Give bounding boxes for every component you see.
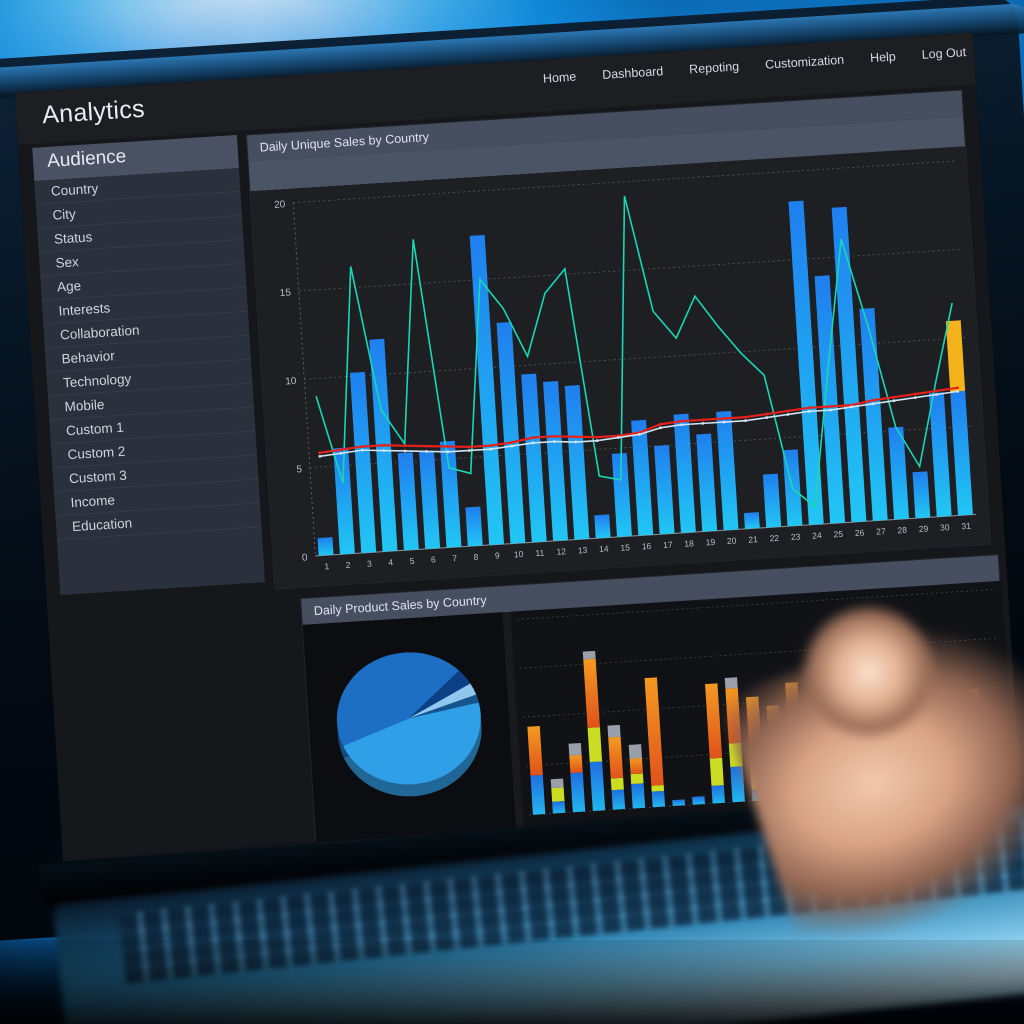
svg-text:27: 27 xyxy=(876,526,886,537)
svg-text:30: 30 xyxy=(940,522,950,533)
svg-text:13: 13 xyxy=(578,545,588,556)
pie-svg xyxy=(302,612,517,843)
svg-text:16: 16 xyxy=(641,541,651,552)
svg-text:29: 29 xyxy=(919,523,929,534)
svg-text:15: 15 xyxy=(279,287,291,299)
svg-text:8: 8 xyxy=(473,552,479,562)
nav-item-reporting[interactable]: Repoting xyxy=(689,59,740,76)
svg-text:14: 14 xyxy=(599,544,609,555)
svg-text:17: 17 xyxy=(663,539,673,550)
svg-text:4: 4 xyxy=(388,557,394,567)
nav-item-home[interactable]: Home xyxy=(543,70,577,86)
svg-text:0: 0 xyxy=(302,552,309,563)
svg-text:15: 15 xyxy=(620,542,630,553)
svg-text:6: 6 xyxy=(431,554,437,564)
nav-item-help[interactable]: Help xyxy=(870,50,897,66)
panel-daily-unique-sales: Daily Unique Sales by Country 0 5 10 15 20 1 2… xyxy=(245,89,992,590)
svg-text:12: 12 xyxy=(556,546,566,557)
foreground-shadow xyxy=(0,940,1024,1024)
chart-product-pie[interactable] xyxy=(302,612,517,843)
svg-text:20: 20 xyxy=(727,535,737,546)
sidebar: Audience Country City Status Sex Age Int… xyxy=(32,135,265,596)
svg-text:31: 31 xyxy=(961,521,971,532)
svg-text:21: 21 xyxy=(748,534,758,545)
svg-text:10: 10 xyxy=(514,549,524,560)
svg-text:2: 2 xyxy=(345,560,351,570)
screenshot-root: Analytics Home Dashboard Repoting Custom… xyxy=(0,0,1024,1024)
svg-text:5: 5 xyxy=(409,556,415,566)
svg-text:22: 22 xyxy=(769,533,779,544)
svg-text:5: 5 xyxy=(296,464,303,475)
svg-text:1: 1 xyxy=(324,561,330,571)
svg-text:26: 26 xyxy=(855,527,865,538)
svg-text:11: 11 xyxy=(535,548,545,559)
svg-text:3: 3 xyxy=(367,558,373,568)
nav-item-dashboard[interactable]: Dashboard xyxy=(602,64,664,82)
svg-text:10: 10 xyxy=(285,376,297,388)
svg-text:7: 7 xyxy=(452,553,458,563)
svg-text:18: 18 xyxy=(684,538,694,549)
nav-item-logout[interactable]: Log Out xyxy=(921,45,966,62)
chart-daily-unique-sales[interactable]: 0 5 10 15 20 1 2 3 4 5 6 7 8 9 10 11 12 13 14 15 16 17 18 19 20 2… xyxy=(250,146,990,589)
svg-text:23: 23 xyxy=(791,531,801,542)
chart1-svg: 051015201 2 3 4 5 6 7 8 9 10 11 12 13 14 15 16 17 18 19 20 2… xyxy=(250,146,990,589)
svg-text:19: 19 xyxy=(705,537,715,548)
svg-text:24: 24 xyxy=(812,530,822,541)
svg-text:9: 9 xyxy=(495,550,501,560)
svg-text:28: 28 xyxy=(897,525,907,536)
svg-text:20: 20 xyxy=(274,199,286,211)
svg-text:25: 25 xyxy=(833,529,843,540)
app-title: Analytics xyxy=(41,94,146,130)
nav-item-customization[interactable]: Customization xyxy=(765,53,845,72)
